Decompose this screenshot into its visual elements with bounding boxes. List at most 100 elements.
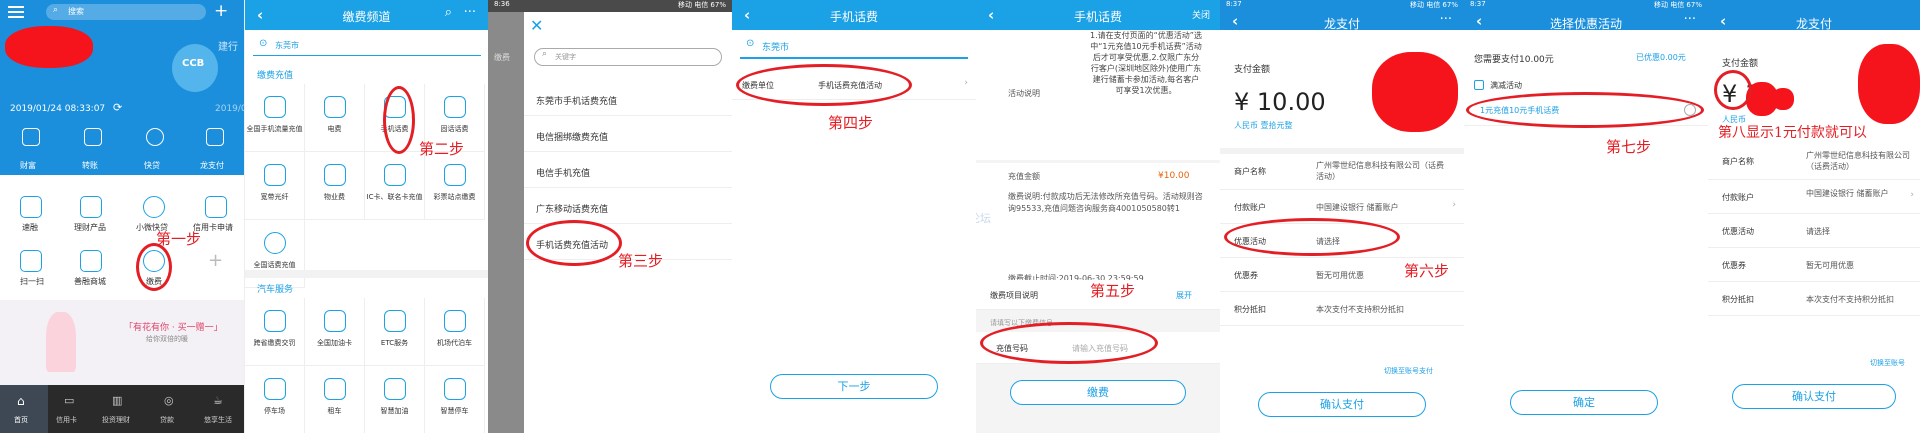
annotation-circle-7	[1466, 92, 1704, 128]
add-icon[interactable]: +	[214, 1, 228, 21]
service-wealth-product[interactable]: 理财产品	[74, 222, 106, 233]
grid-item-parking-lot[interactable]: 停车场	[245, 366, 305, 433]
card-icon: ▭	[64, 394, 75, 407]
switch-account-link[interactable]: 切换至账号	[1870, 358, 1905, 368]
confirm-pay-button[interactable]: 确认支付	[1732, 384, 1896, 409]
more-services-icon[interactable]: +	[208, 250, 223, 271]
expand-link[interactable]: 展开	[1176, 290, 1192, 301]
close-button[interactable]: 关闭	[1192, 8, 1210, 21]
result-item[interactable]: 东莞市手机话费充值	[524, 82, 732, 116]
sync-icon[interactable]: ⟳	[113, 101, 122, 114]
tab-loan[interactable]: 贷款	[160, 415, 174, 425]
payment-channel-screen: ‹ 缴费频道 ⌕ ··· ⊙ 东莞市 缴费充值 全国手机流量充值 电费 手机话费…	[244, 0, 488, 433]
ok-button[interactable]: 确定	[1510, 390, 1658, 415]
grid-item-smart-parking[interactable]: 智慧停车	[425, 366, 485, 433]
ic-card-icon	[384, 164, 406, 186]
tab-credit-card[interactable]: 信用卡	[56, 415, 77, 425]
wealth-product-icon[interactable]	[80, 196, 102, 218]
discount-row[interactable]: 优惠活动 请选择	[1708, 214, 1920, 248]
need-pay-text: 您需要支付10.00元	[1474, 55, 1554, 65]
dragon-pay-icon[interactable]	[206, 128, 224, 146]
activity-box: 活动说明 1.请在支付页面的“优惠活动”选中“1元充值10元手机话费”活动后才可…	[976, 30, 1220, 160]
chevron-right-icon: ›	[964, 78, 968, 88]
scan-icon[interactable]	[20, 250, 42, 272]
switch-account-link[interactable]: 切换至账号支付	[1384, 366, 1433, 376]
amount-box: 充值金额 ¥10.00 缴费说明:付款成功后无法修改所充值号码。活动规则咨询95…	[976, 163, 1220, 293]
grid-item-traffic-fine[interactable]: 跨省缴费交罚	[245, 298, 305, 366]
location-icon: ⊙	[259, 38, 268, 49]
search-input[interactable]: 关键字	[534, 48, 722, 66]
grid-item-etc[interactable]: ETC服务	[365, 298, 425, 366]
more-icon[interactable]: ···	[1684, 12, 1696, 27]
redacted-balance	[5, 26, 93, 68]
transfer-icon[interactable]	[84, 128, 102, 146]
quick-finance-icon[interactable]	[20, 196, 42, 218]
data-icon	[264, 96, 286, 118]
search-input[interactable]: 搜索	[46, 4, 206, 20]
step-5-label: 第五步	[1090, 282, 1136, 300]
annotation-circle-8	[1714, 70, 1752, 110]
grid-item-car-rental[interactable]: 租车	[305, 366, 365, 433]
service-mall[interactable]: 善融商城	[74, 276, 106, 287]
header-bar: ‹ 手机话费 关闭	[976, 0, 1220, 30]
activity-text: 1.请在支付页面的“优惠活动”选中“1元充值10元手机话费”活动后才可享受优惠,…	[1090, 31, 1202, 95]
currency-note: 人民币 壹拾元整	[1234, 121, 1293, 130]
city-selector[interactable]: 东莞市	[762, 40, 789, 53]
grid-item-ic-card[interactable]: IC卡、联名卡充值	[365, 152, 425, 220]
tab-lifestyle[interactable]: 悠享生活	[204, 415, 232, 425]
annotation-circle-4	[736, 64, 912, 106]
annotation-circle-2	[383, 86, 415, 154]
pay-button[interactable]: 缴费	[1010, 380, 1186, 405]
grid-item-airport-parking[interactable]: 机场代泊车	[425, 298, 485, 366]
divider	[253, 55, 481, 56]
search-placeholder: 搜索	[68, 7, 84, 16]
grid-item-smart-fuel[interactable]: 智慧加油	[365, 366, 425, 433]
header-bar: ‹ 缴费频道 ⌕ ···	[245, 0, 488, 30]
grid-item-property[interactable]: 物业费	[305, 152, 365, 220]
promo-banner[interactable]: 「有花有你 · 买一赠一」 给你双倍的暖	[0, 300, 244, 385]
menu-icon[interactable]	[8, 6, 24, 18]
payment-note: 缴费说明:付款成功后无法修改所充值号码。活动规则咨询95533,充值问题咨询服务…	[1008, 192, 1203, 213]
chart-icon: ▥	[112, 394, 123, 407]
action-quick-loan[interactable]: 快贷	[144, 160, 160, 171]
tab-home[interactable]: 首页	[14, 415, 28, 425]
grid-item-electricity[interactable]: 电费	[305, 84, 365, 152]
tab-investment[interactable]: 投资理财	[102, 415, 130, 425]
dimmed-background: 缴费	[488, 12, 524, 433]
grid-item-fuel-card[interactable]: 全国加油卡	[305, 298, 365, 366]
mall-icon[interactable]	[80, 250, 102, 272]
action-transfer[interactable]: 转账	[82, 160, 98, 171]
step-2-label: 第二步	[419, 140, 465, 158]
result-item[interactable]: 电信手机充值	[524, 154, 732, 188]
grid-item-broadband[interactable]: 宽带光纤	[245, 152, 305, 220]
activity-detail-screen: ‹ 手机话费 关闭 活动说明 1.请在支付页面的“优惠活动”选中“1元充值10元…	[976, 0, 1220, 433]
smart-parking-icon	[444, 378, 466, 400]
account-row[interactable]: 付款账户 中国建设银行 储蓄账户 ›	[1708, 180, 1920, 214]
chevron-right-icon: ›	[1452, 200, 1456, 210]
search-icon: ⌕	[542, 49, 548, 59]
grid-item-lottery[interactable]: 彩票站点缴费	[425, 152, 485, 220]
search-icon[interactable]: ⌕	[445, 5, 452, 20]
wealth-icon[interactable]	[22, 128, 40, 146]
action-dragon-pay[interactable]: 龙支付	[200, 160, 224, 171]
quick-loan-icon[interactable]	[146, 128, 164, 146]
dimmed-label: 缴费	[494, 53, 510, 62]
city-selector[interactable]: 东莞市	[275, 40, 299, 51]
car-icon	[384, 310, 406, 332]
coupon-row[interactable]: 优惠券 暂无可用优惠	[1708, 248, 1920, 282]
grid-item-national-data[interactable]: 全国手机流量充值	[245, 84, 305, 152]
confirm-pay-button[interactable]: 确认支付	[1258, 392, 1426, 417]
service-scan[interactable]: 扫一扫	[20, 276, 44, 287]
result-item[interactable]: 电信捆绑缴费充值	[524, 118, 732, 152]
action-wealth[interactable]: 财富	[20, 160, 36, 171]
service-quick-finance[interactable]: 速融	[22, 222, 38, 233]
discount-category: 满减活动	[1490, 81, 1522, 90]
more-icon[interactable]: ···	[1440, 12, 1452, 27]
result-item[interactable]: 广东移动话费充值	[524, 190, 732, 224]
next-button[interactable]: 下一步	[770, 374, 938, 399]
amount-value: ¥ 10.00	[1234, 88, 1326, 116]
micro-loan-icon[interactable]	[143, 196, 165, 218]
credit-card-icon[interactable]	[205, 196, 227, 218]
more-icon[interactable]: ···	[464, 5, 476, 20]
close-icon[interactable]: ✕	[530, 16, 543, 35]
